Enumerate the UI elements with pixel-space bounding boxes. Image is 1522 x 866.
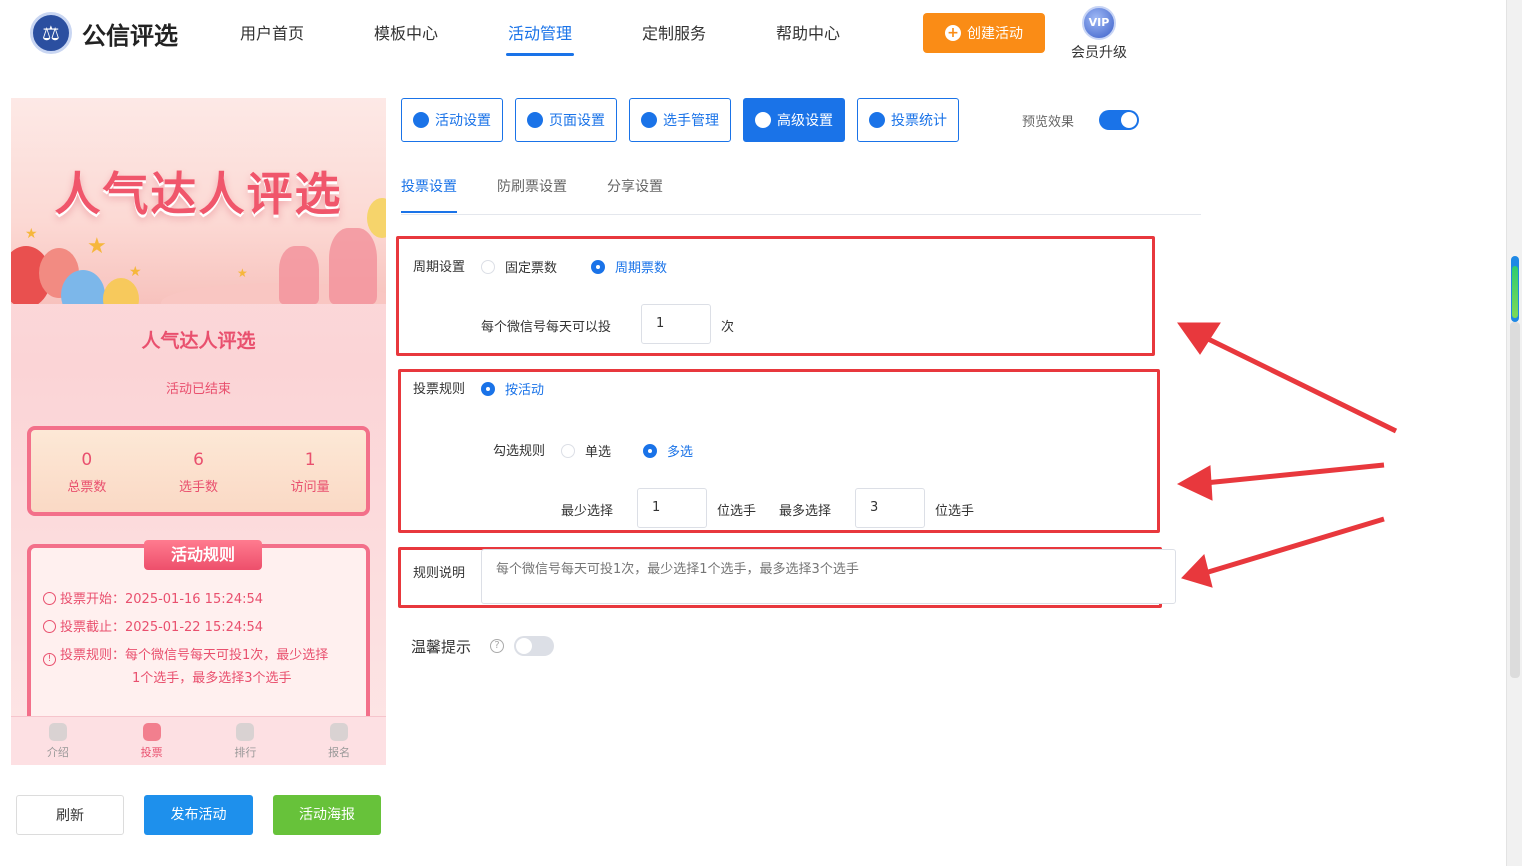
arrow-line — [1204, 516, 1385, 576]
annotation-arrows — [1176, 322, 1398, 588]
arrow-head — [1177, 322, 1221, 355]
arrow-line — [1204, 462, 1385, 486]
arrow-head — [1176, 465, 1213, 501]
page: ⚖ 公信评选 用户首页 模板中心 活动管理 定制服务 帮助中心 + 创建活动 V… — [0, 0, 1522, 866]
arrow-line — [1198, 332, 1398, 434]
arrow-head — [1181, 553, 1213, 588]
